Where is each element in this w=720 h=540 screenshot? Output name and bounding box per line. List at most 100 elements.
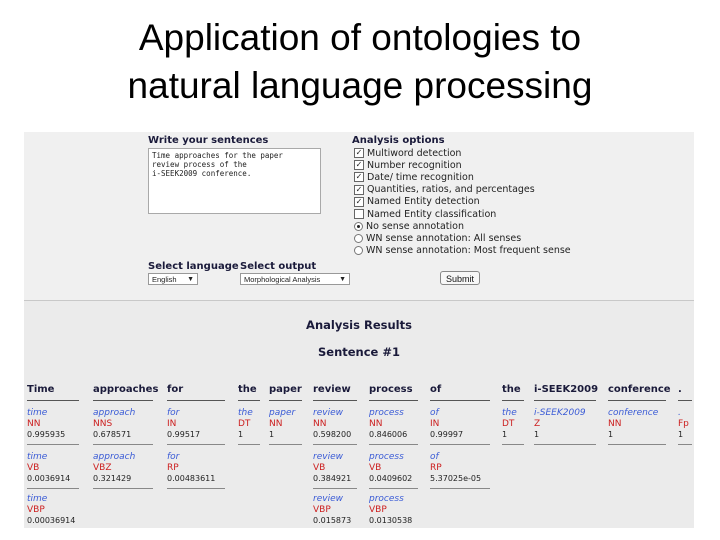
cell-separator (313, 444, 357, 445)
option-checkbox[interactable]: ✓ Date/ time recognition (354, 171, 474, 183)
analysis-tag: NN (369, 419, 383, 429)
analysis-tag: Z (534, 419, 541, 429)
analysis-lemma: approach (93, 408, 136, 418)
checkbox-checked-icon[interactable]: ✓ (354, 184, 364, 195)
sentences-label: Write your sentences (148, 135, 269, 146)
slide-title-line-1: Application of ontologies to (138, 17, 582, 58)
analysis-form: Write your sentences Time approaches for… (24, 132, 694, 300)
analysis-tag: VB (27, 463, 40, 473)
analysis-lemma: approach (93, 452, 136, 462)
option-label: Date/ time recognition (367, 171, 474, 183)
option-label: Multiword detection (367, 147, 462, 159)
submit-button[interactable]: Submit (440, 271, 480, 285)
slide-title: Application of ontologies to natural lan… (0, 14, 720, 110)
checkbox-checked-icon[interactable]: ✓ (354, 148, 364, 158)
sense-radio[interactable]: No sense annotation (354, 220, 464, 232)
column-header: the (238, 384, 257, 395)
cell-separator (269, 444, 302, 445)
cell-separator (430, 488, 490, 489)
analysis-prob: 0.00483611 (167, 474, 216, 483)
column-header: conference (608, 384, 671, 395)
analysis-lemma: time (27, 452, 48, 462)
cell-separator (27, 488, 79, 489)
radio-empty-icon[interactable] (354, 233, 363, 243)
analysis-prob: 1 (678, 430, 684, 439)
cell-separator (93, 488, 153, 489)
language-label: Select language (148, 261, 239, 272)
column-underline (313, 400, 357, 401)
column-underline (678, 400, 692, 401)
checkbox-checked-icon[interactable]: ✓ (354, 160, 364, 171)
analysis-lemma: the (238, 408, 253, 418)
analysis-prob: 1 (269, 430, 275, 439)
slide-title-line-2: natural language processing (127, 65, 593, 106)
analysis-prob: 5.37025e-05 (430, 474, 482, 483)
language-value: English (152, 275, 177, 284)
cell-separator (27, 444, 79, 445)
analysis-tag: NN (313, 419, 327, 429)
analysis-lemma: of (430, 408, 439, 418)
analysis-prob: 0.995935 (27, 430, 66, 439)
column-header: review (313, 384, 351, 395)
analysis-tag: IN (167, 419, 177, 429)
cell-separator (369, 444, 418, 445)
results-title: Analysis Results (306, 318, 412, 332)
sentence-label: Sentence #1 (317, 345, 400, 359)
column-underline (369, 400, 418, 401)
column-underline (27, 400, 79, 401)
analysis-lemma: for (167, 452, 180, 462)
cell-separator (93, 444, 153, 445)
radio-empty-icon[interactable] (354, 246, 363, 256)
analysis-prob: 0.0409602 (369, 474, 413, 483)
cell-separator (167, 488, 225, 489)
language-select[interactable]: English ▼ (148, 273, 198, 285)
output-select[interactable]: Morphological Analysis ▼ (240, 273, 350, 285)
radio-selected-icon[interactable] (354, 221, 363, 231)
cell-separator (167, 444, 225, 445)
column-header: paper (269, 384, 302, 395)
option-checkbox[interactable]: ✓ Number recognition (354, 159, 462, 171)
analysis-lemma: time (27, 494, 48, 504)
analysis-lemma: of (430, 452, 439, 462)
radio-label: WN sense annotation: Most frequent sense (366, 245, 571, 257)
sentences-textarea[interactable]: Time approaches for the paper review pro… (148, 148, 321, 214)
analysis-prob: 0.00036914 (27, 516, 76, 525)
checkbox-empty-icon[interactable] (354, 209, 364, 219)
analysis-lemma: process (369, 494, 404, 504)
sentences-line: review process of the (152, 160, 247, 169)
analysis-tag: RP (430, 463, 442, 473)
option-checkbox[interactable]: ✓ Multiword detection (354, 147, 461, 159)
analysis-prob: 0.015873 (313, 516, 352, 525)
output-value: Morphological Analysis (244, 275, 321, 284)
analysis-tag: VBZ (93, 463, 112, 473)
checkbox-checked-icon[interactable]: ✓ (354, 196, 364, 207)
analysis-prob: 0.598200 (313, 430, 352, 439)
analysis-lemma: process (369, 452, 404, 462)
column-underline (93, 400, 153, 401)
sense-radio[interactable]: WN sense annotation: All senses (354, 232, 521, 244)
analysis-tag: RP (167, 463, 179, 473)
analysis-tag: VBP (313, 505, 331, 515)
analysis-tag: NN (27, 419, 41, 429)
cell-separator (678, 444, 692, 445)
analysis-tag: VBP (369, 505, 387, 515)
option-label: Named Entity detection (367, 196, 480, 208)
sense-radio[interactable]: WN sense annotation: Most frequent sense (354, 245, 571, 257)
cell-separator (430, 444, 490, 445)
radio-label: No sense annotation (366, 220, 464, 232)
column-header: approaches (93, 384, 159, 395)
sentences-line: Time approaches for the paper (152, 151, 283, 160)
column-underline (502, 400, 524, 401)
option-checkbox[interactable]: Named Entity classification (354, 208, 496, 220)
analysis-prob: 0.384921 (313, 474, 352, 483)
analysis-prob: 1 (502, 430, 508, 439)
analysis-prob: 0.0130538 (369, 516, 413, 525)
analysis-lemma: review (313, 408, 343, 418)
checkbox-checked-icon[interactable]: ✓ (354, 172, 364, 183)
cell-separator (502, 444, 524, 445)
chevron-down-icon: ▼ (339, 276, 346, 283)
option-checkbox[interactable]: ✓ Named Entity detection (354, 196, 480, 208)
analysis-lemma: i-SEEK2009 (534, 408, 586, 418)
option-checkbox[interactable]: ✓ Quantities, ratios, and percentages (354, 184, 535, 196)
analysis-lemma: review (313, 452, 343, 462)
